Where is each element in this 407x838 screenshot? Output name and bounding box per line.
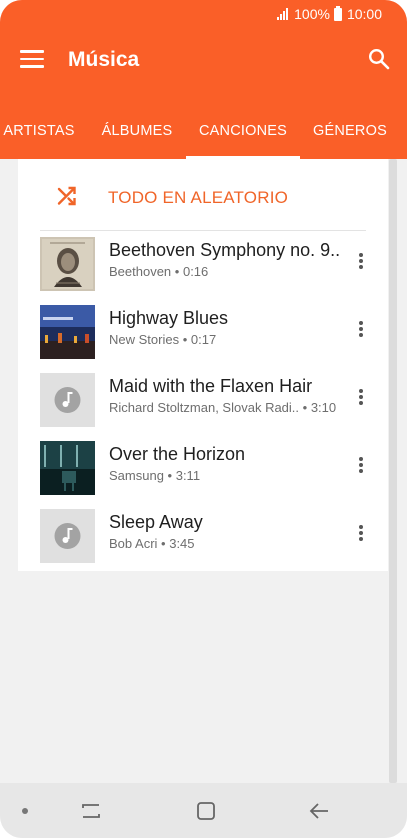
song-row[interactable]: Over the Horizon Samsung • 3:11 <box>18 435 388 503</box>
recent-apps-icon[interactable] <box>80 801 102 821</box>
song-artist: Samsung <box>109 468 164 483</box>
song-duration: 0:17 <box>190 332 217 347</box>
page-title: Música <box>68 48 140 71</box>
song-row[interactable]: Highway Blues New Stories • 0:17 <box>18 299 388 367</box>
song-duration: 0:16 <box>182 264 209 279</box>
shuffle-all-label: TODO EN ALEATORIO <box>108 188 289 207</box>
signal-icon <box>277 8 289 20</box>
song-row[interactable]: Maid with the Flaxen Hair Richard Stoltz… <box>18 367 388 435</box>
shuffle-all-button[interactable]: TODO EN ALEATORIO <box>18 159 388 231</box>
status-bar: 100% 10:00 <box>0 0 407 28</box>
song-row[interactable]: Beethoven Symphony no. 9.. Beethoven • 0… <box>18 231 388 299</box>
scrollbar[interactable] <box>389 159 397 783</box>
home-icon[interactable] <box>196 801 216 821</box>
song-artist: Beethoven <box>109 264 172 279</box>
tab-artistas[interactable]: ARTISTAS <box>2 118 76 159</box>
battery-icon <box>333 5 342 21</box>
song-subtitle: Samsung • 3:11 <box>109 468 200 483</box>
song-subtitle: New Stories • 0:17 <box>109 332 216 347</box>
song-duration: 3:11 <box>175 468 201 483</box>
back-icon[interactable] <box>308 801 330 821</box>
song-subtitle: Beethoven • 0:16 <box>109 264 208 279</box>
more-vertical-icon[interactable] <box>354 457 368 479</box>
tab-bar: ARTISTAS ÁLBUMES CANCIONES GÉNEROS <box>0 118 407 159</box>
separator: • <box>167 468 176 483</box>
tab-albumes[interactable]: ÁLBUMES <box>98 118 176 159</box>
song-duration: 3:45 <box>169 536 195 551</box>
song-duration: 3:10 <box>310 400 337 415</box>
song-title: Highway Blues <box>109 308 229 328</box>
song-artist: New Stories <box>109 332 180 347</box>
song-title: Maid with the Flaxen Hair <box>109 376 313 396</box>
album-art-placeholder <box>40 373 95 427</box>
more-vertical-icon[interactable] <box>354 253 368 275</box>
app-bar: Música ARTISTAS ÁLBUMES CANCIONES GÉNERO… <box>0 28 407 159</box>
song-title: Over the Horizon <box>109 444 246 464</box>
song-title: Beethoven Symphony no. 9.. <box>109 240 341 260</box>
hamburger-icon[interactable] <box>20 50 44 68</box>
separator: • <box>174 264 183 279</box>
clock: 10:00 <box>346 6 382 22</box>
battery-percent: 100% <box>294 6 330 22</box>
song-row[interactable]: Sleep Away Bob Acri • 3:45 <box>18 503 388 571</box>
song-artist: Richard Stoltzman, Slovak Radi.. <box>109 400 300 415</box>
song-subtitle: Richard Stoltzman, Slovak Radi.. • 3:10 <box>109 400 336 415</box>
song-subtitle: Bob Acri • 3:45 <box>109 536 195 551</box>
more-vertical-icon[interactable] <box>354 525 368 547</box>
separator: • <box>302 400 311 415</box>
search-icon[interactable] <box>368 48 390 70</box>
separator: • <box>182 332 191 347</box>
shuffle-icon <box>57 186 76 206</box>
navigation-bar <box>0 783 407 838</box>
song-list: TODO EN ALEATORIO Beethoven Symphony no.… <box>18 159 388 571</box>
more-vertical-icon[interactable] <box>354 389 368 411</box>
phone-screen: 100% 10:00 Música ARTISTAS ÁLBUMES CANCI… <box>0 0 407 838</box>
song-artist: Bob Acri <box>109 536 158 551</box>
song-title: Sleep Away <box>109 512 203 532</box>
nav-dot-icon <box>22 808 28 814</box>
tab-generos[interactable]: GÉNEROS <box>312 118 388 159</box>
album-art-horizon <box>40 441 95 495</box>
separator: • <box>161 536 170 551</box>
album-art-beethoven <box>40 237 95 291</box>
album-art-highway <box>40 305 95 359</box>
more-vertical-icon[interactable] <box>354 321 368 343</box>
album-art-placeholder <box>40 509 95 563</box>
tab-canciones[interactable]: CANCIONES <box>186 118 300 159</box>
